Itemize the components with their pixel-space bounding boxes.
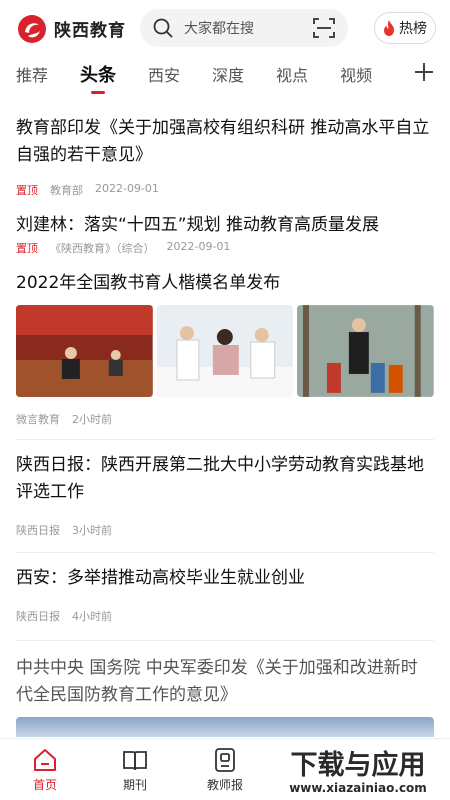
site-watermark: 下载与应用 www.xiazainiao.com <box>270 740 446 798</box>
news-source: 《陕西教育》（综合） <box>50 242 155 255</box>
news-time: 2小时前 <box>72 413 112 426</box>
search-bar[interactable]: 大家都在搜 <box>140 9 348 47</box>
hot-list-label: 热榜 <box>399 21 427 37</box>
news-source: 教育部 <box>50 184 83 197</box>
news-source: 陕西日报 <box>16 610 60 623</box>
nav-teacher-paper-label: 教师报 <box>206 777 243 792</box>
news-title: 2022年全国教书育人楷模名单发布 <box>16 273 281 293</box>
pinned-badge: 置顶 <box>16 242 38 255</box>
news-time: 3小时前 <box>72 524 112 537</box>
news-item[interactable]: 陕西日报：陕西开展第二批大中小学劳动教育实践基地评选工作 陕西日报 3小时前 <box>16 440 434 553</box>
news-title: 刘建林：落实“十四五”规划 推动教育高质量发展 <box>16 215 380 235</box>
tab-video[interactable]: 视频 <box>340 56 372 98</box>
tab-headlines[interactable]: 头条 <box>80 56 116 98</box>
flame-icon <box>384 20 394 36</box>
news-meta: 置顶 教育部 2022-09-01 <box>16 182 434 198</box>
newspaper-icon <box>215 747 235 772</box>
home-icon <box>34 748 56 771</box>
search-placeholder: 大家都在搜 <box>184 21 254 37</box>
news-source: 微言教育 <box>16 413 60 426</box>
search-icon <box>153 18 173 38</box>
nav-journal[interactable]: 期刊 <box>90 739 180 800</box>
news-item-pinned[interactable]: 刘建林：落实“十四五”规划 推动教育高质量发展 置顶 《陕西教育》（综合） 20… <box>16 212 434 256</box>
news-meta: 陕西日报 4小时前 <box>16 608 434 624</box>
news-meta: 微言教育 2小时前 <box>16 411 434 427</box>
news-source: 陕西日报 <box>16 524 60 537</box>
add-channel-icon[interactable] <box>414 62 434 82</box>
news-meta: 置顶 《陕西教育》（综合） 2022-09-01 <box>16 240 434 256</box>
top-header: 陕西教育 大家都在搜 热榜 <box>0 0 450 56</box>
news-image <box>297 305 434 397</box>
news-image <box>156 305 294 397</box>
nav-home-label: 首页 <box>32 777 57 792</box>
watermark-text: 下载与应用 <box>291 749 426 781</box>
news-image <box>16 717 434 737</box>
news-date: 2022-09-01 <box>95 182 159 195</box>
news-image <box>16 305 153 397</box>
nav-teacher-paper[interactable]: 教师报 <box>180 739 270 800</box>
nav-home[interactable]: 首页 <box>0 739 90 800</box>
news-item-pinned[interactable]: 教育部印发《关于加强高校有组织科研 推动高水平自立自强的若干意见》 <box>16 115 434 183</box>
watermark-url: www.xiazainiao.com <box>289 781 427 795</box>
hot-list-button[interactable]: 热榜 <box>374 12 436 44</box>
app-logo[interactable]: 陕西教育 <box>16 12 126 44</box>
pinned-badge: 置顶 <box>16 184 38 197</box>
tab-recommend[interactable]: 推荐 <box>16 56 48 98</box>
news-item-gallery[interactable]: 2022年全国教书育人楷模名单发布 微言教育 2小时前 <box>16 270 434 440</box>
nav-journal-label: 期刊 <box>122 777 147 792</box>
logo-icon <box>18 15 46 43</box>
news-time: 4小时前 <box>72 610 112 623</box>
news-date: 2022-09-01 <box>166 240 231 253</box>
news-title: 陕西日报：陕西开展第二批大中小学劳动教育实践基地评选工作 <box>16 455 424 502</box>
image-gallery <box>16 305 434 397</box>
tab-viewpoint[interactable]: 视点 <box>276 56 308 98</box>
logo-text: 陕西教育 <box>54 20 126 41</box>
tab-depth[interactable]: 深度 <box>212 56 244 98</box>
news-item[interactable]: 西安：多举措推动高校毕业生就业创业 陕西日报 4小时前 <box>16 553 434 641</box>
news-item[interactable]: 中共中央 国务院 中央军委印发《关于加强和改进新时代全民国防教育工作的意见》 <box>16 641 434 737</box>
book-icon <box>123 750 147 770</box>
news-title: 西安：多举措推动高校毕业生就业创业 <box>16 568 305 588</box>
news-meta: 陕西日报 3小时前 <box>16 522 434 538</box>
news-title: 教育部印发《关于加强高校有组织科研 推动高水平自立自强的若干意见》 <box>16 118 430 165</box>
channel-tabs: 推荐 头条 西安 深度 视点 视频 <box>0 56 450 98</box>
news-feed: 教育部印发《关于加强高校有组织科研 推动高水平自立自强的若干意见》 置顶 教育部… <box>16 102 434 738</box>
news-title: 中共中央 国务院 中央军委印发《关于加强和改进新时代全民国防教育工作的意见》 <box>16 658 418 705</box>
tab-xian[interactable]: 西安 <box>148 56 180 98</box>
scan-icon[interactable] <box>312 16 336 40</box>
